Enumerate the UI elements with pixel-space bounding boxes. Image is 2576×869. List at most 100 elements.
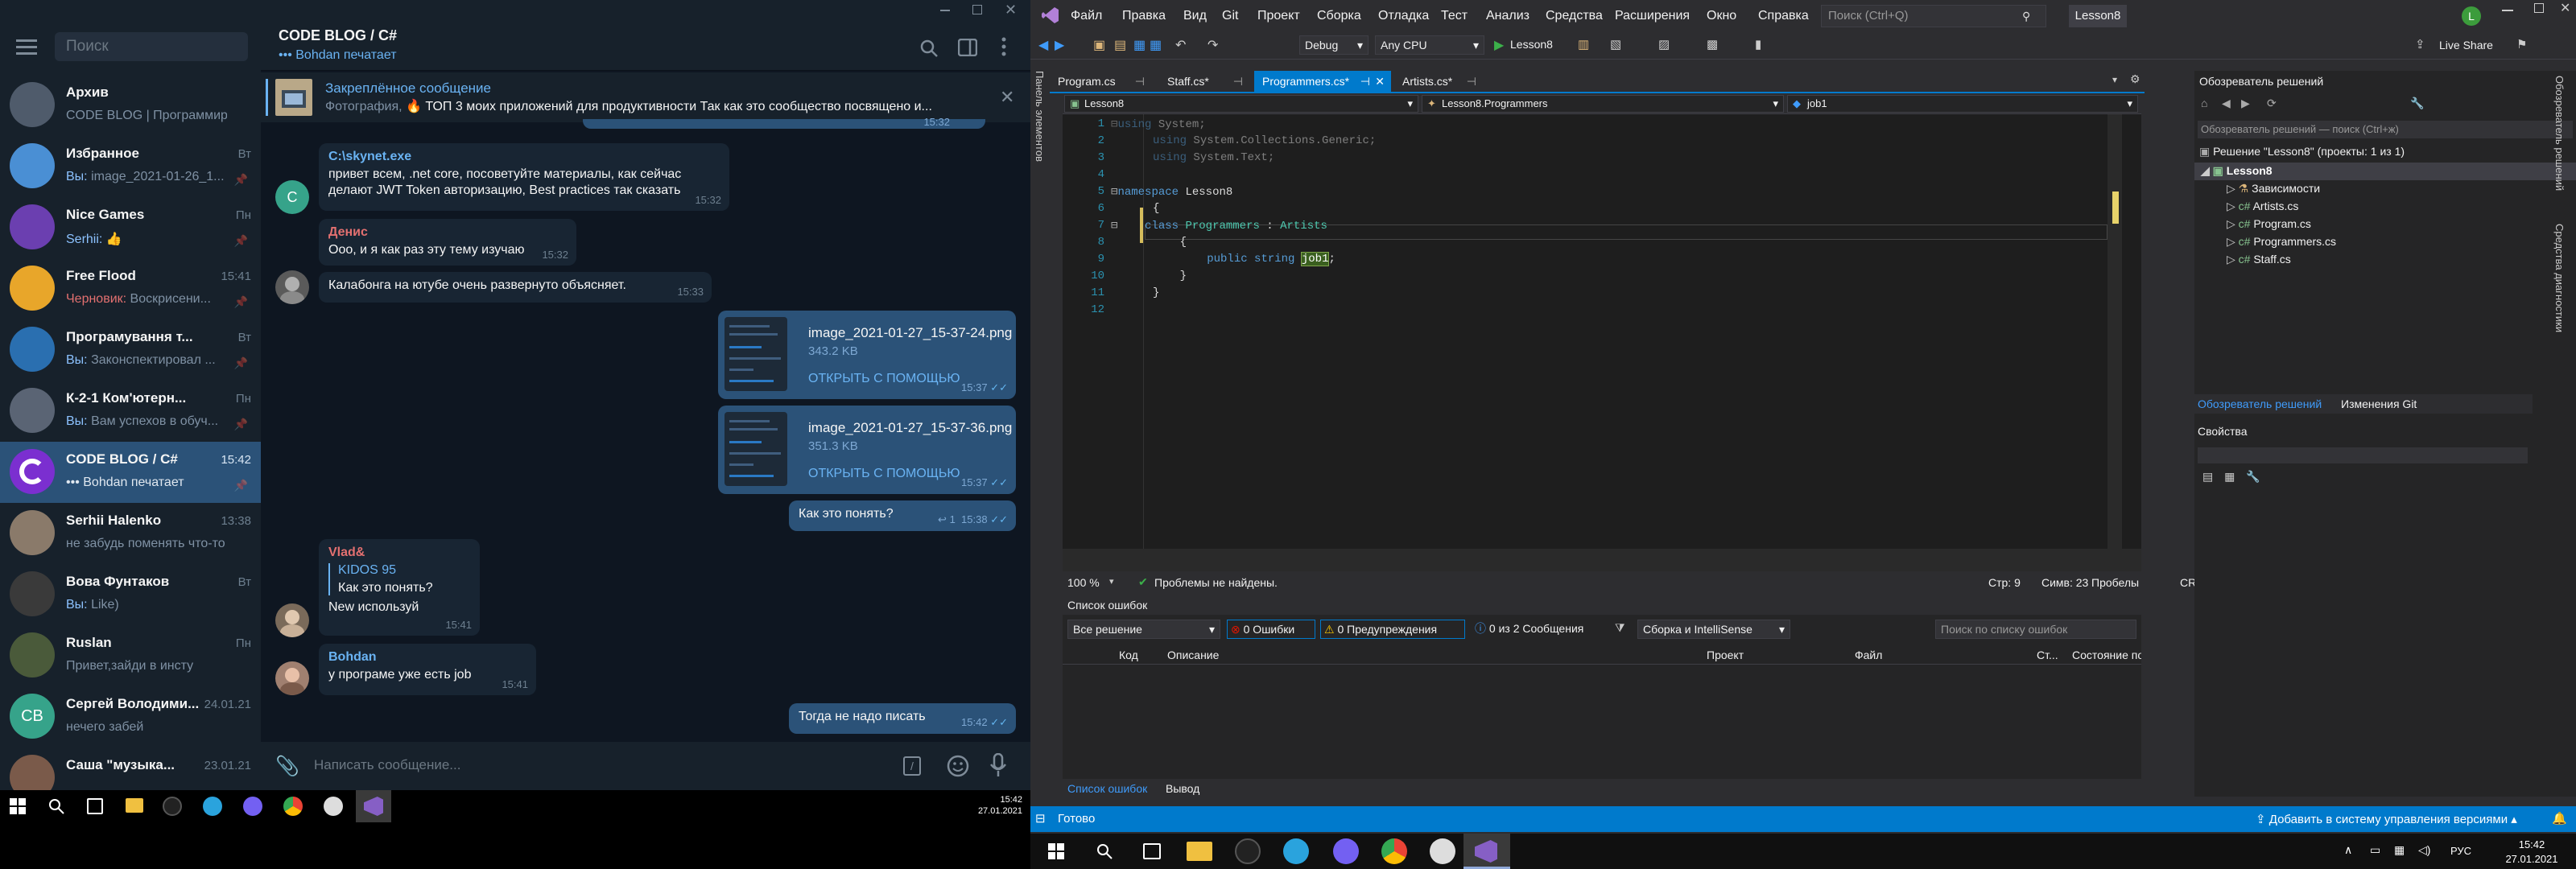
alphabetical-icon[interactable]: ▦ bbox=[2224, 470, 2235, 483]
chat-list-item[interactable]: Serhii Halenko не забудь поменять что-то 1… bbox=[0, 503, 261, 564]
tree-item-file[interactable]: ▷ c# Programmers.cs bbox=[2227, 235, 2336, 249]
menu-edit[interactable]: Правка bbox=[1122, 9, 1166, 23]
filter-icon[interactable]: ⧩ bbox=[1615, 621, 1625, 635]
reply-quote[interactable]: KIDOS 95 Как это понять? bbox=[328, 563, 470, 595]
tab-diagnostics-side[interactable]: Средства диагностики bbox=[2553, 224, 2566, 332]
tab-artists[interactable]: Artists.cs* ⊣ bbox=[1394, 71, 1483, 92]
commands-icon[interactable]: / bbox=[903, 756, 921, 776]
feedback-icon[interactable]: ⚑ bbox=[2516, 37, 2527, 51]
column-line[interactable]: Ст... bbox=[2037, 649, 2058, 661]
file-explorer-icon[interactable] bbox=[1187, 842, 1212, 861]
telegram-icon[interactable] bbox=[203, 797, 222, 816]
tree-item-dependencies[interactable]: ▷ ⚗ Зависимости bbox=[2227, 182, 2320, 196]
forward-icon[interactable]: ▶ bbox=[2241, 97, 2250, 110]
menu-test[interactable]: Тест bbox=[1441, 9, 1468, 23]
tray-icon[interactable]: ▭ bbox=[2370, 843, 2380, 857]
viber-icon[interactable] bbox=[1333, 838, 1359, 864]
start-debug-icon[interactable]: ▶ bbox=[1494, 37, 1504, 53]
tab-staff[interactable]: Staff.cs* ⊣ bbox=[1159, 71, 1249, 92]
column-code[interactable]: Код bbox=[1119, 649, 1138, 661]
close-pinned-icon[interactable]: ✕ bbox=[1000, 87, 1014, 108]
chat-list-item[interactable]: Вова Фунтаков Вы: Like) Вт bbox=[0, 564, 261, 625]
menu-project[interactable]: Проект bbox=[1257, 9, 1300, 23]
menu-help[interactable]: Справка bbox=[1758, 9, 1809, 23]
clock-app-icon[interactable] bbox=[324, 797, 343, 816]
live-share-icon[interactable]: ⇪ bbox=[2415, 37, 2425, 51]
member-dropdown[interactable]: ◆ job1 ▾ bbox=[1787, 95, 2138, 113]
taskbar-clock[interactable]: 15:42 27.01.2021 bbox=[974, 795, 1022, 816]
message[interactable]: Vlad& KIDOS 95 Как это понять? New испол… bbox=[319, 539, 480, 636]
toolbox-tab[interactable]: Панель элементов bbox=[1034, 71, 1046, 162]
emoji-icon[interactable] bbox=[947, 755, 969, 777]
solution-search-input[interactable]: Обозреватель решений — поиск (Ctrl+ж) bbox=[2198, 121, 2573, 138]
file-thumbnail[interactable] bbox=[724, 412, 787, 486]
type-dropdown[interactable]: ✦ Lesson8.Programmers ▾ bbox=[1422, 95, 1784, 113]
add-source-control-button[interactable]: ⇪ Добавить в систему управления версиями… bbox=[2256, 812, 2517, 826]
warnings-filter-button[interactable]: ⚠ 0 Предупреждения bbox=[1320, 620, 1465, 639]
message[interactable]: Калабонга на ютубе очень развернуто объя… bbox=[319, 272, 712, 303]
run-target[interactable]: Lesson8 bbox=[1510, 38, 1553, 51]
file-thumbnail[interactable] bbox=[724, 317, 787, 391]
file-explorer-icon[interactable] bbox=[126, 798, 143, 813]
back-icon[interactable]: ◀ bbox=[1038, 37, 1048, 53]
attach-icon[interactable]: 📎 bbox=[275, 755, 299, 778]
error-search-input[interactable]: Поиск по списку ошибок bbox=[1935, 620, 2136, 639]
menu-file[interactable]: Файл bbox=[1071, 9, 1102, 23]
column-file[interactable]: Файл bbox=[1855, 649, 1882, 661]
pinned-message-bar[interactable]: Закреплённое сообщение Фотография, 🔥 ТОП… bbox=[261, 72, 1030, 122]
more-options-icon[interactable] bbox=[1001, 37, 1006, 56]
sidebar-toggle-icon[interactable] bbox=[958, 39, 977, 56]
close-icon[interactable]: ✕ bbox=[2560, 0, 2570, 16]
tab-solution-explorer-side[interactable]: Обозреватель решений bbox=[2553, 76, 2566, 191]
chat-list-item[interactable]: Избранное Вы: image_2021-01-26_1... Вт 📌 bbox=[0, 136, 261, 197]
windows-start-icon[interactable] bbox=[1048, 843, 1064, 859]
clock-app-icon[interactable] bbox=[1430, 838, 1455, 864]
open-with-link[interactable]: ОТКРЫТЬ С ПОМОЩЬЮ bbox=[808, 467, 960, 481]
menu-tools[interactable]: Средства bbox=[1546, 9, 1603, 23]
minimize-icon[interactable] bbox=[2502, 10, 2513, 11]
column-description[interactable]: Описание bbox=[1167, 649, 1219, 661]
project-dropdown[interactable]: ▣ Lesson8 ▾ bbox=[1064, 95, 1418, 113]
back-icon[interactable]: ◀ bbox=[2222, 97, 2231, 110]
errors-filter-button[interactable]: ⊗ 0 Ошибки bbox=[1227, 620, 1315, 639]
chrome-icon[interactable] bbox=[283, 797, 303, 816]
tree-item-file[interactable]: ▷ c# Staff.cs bbox=[2227, 253, 2291, 266]
search-input[interactable]: Поиск (Ctrl+Q) bbox=[1821, 5, 2046, 27]
taskbar-clock[interactable]: 15:42 27.01.2021 bbox=[2504, 838, 2560, 865]
chat-list-item[interactable]: К-2-1 Ком'ютерн... Вы: Вам успехов в обуч… bbox=[0, 381, 261, 442]
network-icon[interactable]: ▦ bbox=[2394, 843, 2405, 857]
menu-debug[interactable]: Отладка bbox=[1378, 9, 1429, 23]
maximize-icon[interactable] bbox=[972, 5, 982, 14]
tab-programmers[interactable]: Programmers.cs* ⊣ ✕ bbox=[1254, 71, 1391, 92]
chat-list-item[interactable]: Free Flood Черновик: Воскрисени... 15:41 📌 bbox=[0, 258, 261, 319]
chat-list-item[interactable]: Ruslan Привет,зайди в инсту Пн bbox=[0, 625, 261, 686]
message-input[interactable]: Написать сообщение... bbox=[314, 757, 797, 773]
tab-output[interactable]: Вывод bbox=[1166, 782, 1199, 795]
visual-studio-taskbar-button[interactable] bbox=[1463, 834, 1510, 869]
settings-icon[interactable]: ⚙ bbox=[2130, 72, 2140, 86]
vertical-scrollbar[interactable] bbox=[2107, 114, 2122, 549]
undo-icon[interactable]: ↶ bbox=[1175, 37, 1186, 53]
tab-solution-explorer[interactable]: Обозреватель решений bbox=[2198, 397, 2322, 410]
chrome-icon[interactable] bbox=[1381, 838, 1407, 864]
obs-icon[interactable] bbox=[163, 797, 182, 816]
live-share-button[interactable]: Live Share bbox=[2439, 39, 2493, 51]
tab-dropdown-icon[interactable]: ▾ bbox=[2112, 74, 2117, 85]
redo-icon[interactable]: ↷ bbox=[1208, 37, 1218, 53]
viber-icon[interactable] bbox=[243, 797, 262, 816]
visual-studio-taskbar-button[interactable] bbox=[356, 790, 391, 822]
telegram-icon[interactable] bbox=[1283, 838, 1309, 864]
toolbox-strip[interactable]: Панель элементов bbox=[1030, 63, 1050, 808]
menu-analyze[interactable]: Анализ bbox=[1486, 9, 1530, 23]
message[interactable]: C:\skynet.exe привет всем, .net core, по… bbox=[319, 143, 729, 211]
code-editor[interactable]: 1 2 3 4 5 6 7 8 9 10 11 12 ⊟using System… bbox=[1063, 114, 2141, 571]
search-icon[interactable] bbox=[48, 798, 64, 814]
task-view-icon[interactable] bbox=[87, 798, 103, 814]
tool-icon[interactable]: ▩ bbox=[1707, 37, 1718, 51]
property-pages-icon[interactable]: 🔧 bbox=[2246, 470, 2260, 483]
message[interactable]: Денис Ооо, и я как раз эту тему изучаю 1… bbox=[319, 219, 576, 266]
microphone-icon[interactable] bbox=[990, 753, 1006, 777]
issues-status[interactable]: Проблемы не найдены. bbox=[1154, 576, 1278, 589]
home-icon[interactable]: ⌂ bbox=[2201, 97, 2207, 109]
open-with-link[interactable]: ОТКРЫТЬ С ПОМОЩЬЮ bbox=[808, 372, 960, 386]
